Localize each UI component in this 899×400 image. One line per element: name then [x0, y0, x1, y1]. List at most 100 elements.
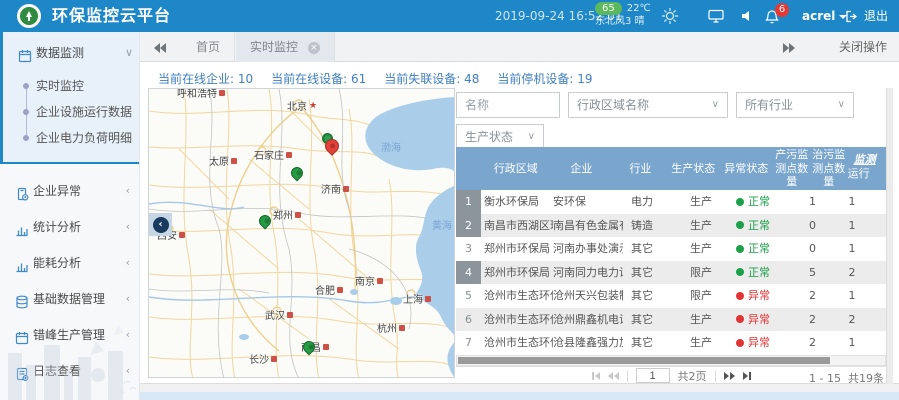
footer-strip	[140, 384, 899, 392]
cell-pollution-count: 5	[792, 261, 833, 285]
cell-company: 南昌有色金属有限公司	[553, 214, 623, 238]
cell-industry: 其它	[623, 261, 680, 285]
last-page-button[interactable]	[743, 372, 751, 380]
region-select[interactable]: 行政区域名称∨	[568, 92, 728, 118]
cell-running-count: 3	[871, 284, 886, 308]
sidebar-group-3[interactable]: 能耗分析 ‹	[0, 250, 140, 276]
prev-page-button[interactable]	[608, 372, 619, 380]
col-industry[interactable]: 行业	[614, 147, 667, 190]
table-row[interactable]: 1 衡水环保局 安环保 电力 生产 正常 1 1 0	[456, 190, 886, 214]
cell-running-count: 0	[871, 237, 886, 261]
city-marker-icon	[295, 212, 301, 218]
city-marker-icon	[377, 278, 383, 284]
bar-chart-icon	[15, 256, 29, 270]
city-label: 济南	[321, 181, 349, 196]
speaker-icon[interactable]	[740, 9, 754, 26]
cell-company: 安环保	[553, 190, 623, 214]
sea-label: 黄海	[432, 217, 452, 232]
map-collapse-button[interactable]: ‹	[149, 213, 172, 236]
vertical-scrollbar[interactable]	[886, 88, 893, 384]
bullet-dot-icon	[23, 109, 29, 115]
col-abnormal[interactable]: 异常状态	[720, 147, 773, 190]
status-dot-icon	[736, 245, 744, 253]
first-page-button[interactable]	[592, 372, 600, 380]
cell-abnormal-status: 异常	[736, 284, 792, 308]
table-row[interactable]: 5 沧州市生态环保局 沧州天兴包装制品 其它 限产 异常 2 1 3	[456, 284, 886, 308]
sun-weather-icon	[660, 6, 680, 26]
city-label: 北京★	[287, 98, 317, 113]
app-logo-icon	[17, 4, 41, 28]
city-marker-icon	[179, 232, 185, 238]
close-operations-menu[interactable]: 关闭操作	[839, 32, 887, 62]
city-marker-icon	[399, 325, 405, 331]
cell-industry: 其它	[623, 308, 680, 332]
scroll-tabs-right-icon[interactable]	[783, 42, 799, 52]
cell-abnormal-status: 正常	[736, 214, 792, 238]
sea-label: 渤海	[381, 139, 401, 154]
scroll-tabs-left-icon[interactable]	[154, 42, 170, 52]
next-page-button[interactable]	[724, 372, 735, 380]
cell-running-count: 0	[871, 190, 886, 214]
status-dot-icon	[736, 339, 744, 347]
col-last-line1: 监测	[854, 153, 876, 166]
cell-treatment-count: 1	[833, 284, 871, 308]
tab-home[interactable]: 首页	[182, 32, 235, 62]
cell-pollution-count: 0	[792, 237, 833, 261]
city-marker-icon	[425, 296, 431, 302]
sidebar-group-1[interactable]: 企业异常 ‹	[0, 178, 140, 204]
sidebar-item-0[interactable]: 实时监控	[3, 74, 140, 98]
city-label: 合肥	[315, 282, 343, 297]
cell-production: 生产	[680, 214, 736, 238]
close-tab-icon[interactable]: ×	[308, 42, 320, 54]
city-label: 石家庄	[254, 147, 292, 162]
total-pages-label: 共2页	[678, 368, 707, 384]
bar-chart-icon	[15, 220, 29, 234]
username-label: acrel	[802, 9, 835, 23]
cell-treatment-count: 1	[833, 190, 871, 214]
table-row[interactable]: 3 郑州市环保局 河南办事处演示 其它 生产 正常 0 1 0	[456, 237, 886, 261]
chevron-down-icon: ∨	[528, 125, 535, 149]
col-monitor-running[interactable]: 监测 运行	[847, 147, 886, 190]
footer-accent-strip	[140, 392, 899, 400]
hscroll-thumb[interactable]	[458, 357, 830, 364]
cell-running-count: 5	[871, 261, 886, 285]
col-region[interactable]: 行政区域	[481, 147, 549, 190]
status-item: 当前停机设备: 19	[497, 70, 592, 87]
sidebar-item-1[interactable]: 企业设施运行数据	[3, 100, 140, 124]
city-marker-icon	[323, 344, 329, 350]
sidebar-group-2[interactable]: 统计分析 ‹	[0, 214, 140, 240]
user-menu[interactable]: acrel	[802, 0, 847, 32]
tab-realtime-monitor[interactable]: 实时监控 ×	[236, 32, 335, 62]
cell-abnormal-status: 正常	[736, 190, 792, 214]
sidebar-group-0[interactable]: 数据监测 ∨	[3, 40, 140, 66]
table-row[interactable]: 2 南昌市西湖区环保局 南昌有色金属有限公司 铸造 生产 正常 0 1 0	[456, 214, 886, 238]
table-row[interactable]: 4 郑州市环保局 河南同力电力设计院 其它 限产 正常 5 2 5	[456, 261, 886, 285]
monitor-icon[interactable]	[708, 9, 724, 26]
cell-industry: 电力	[623, 190, 680, 214]
pagination-bar: 共2页 1 - 15 共19条	[456, 366, 886, 384]
city-label: 南京	[355, 273, 383, 288]
table-row[interactable]: 6 沧州市生态环保局 沧州鼎鑫机电设备 其它 生产 异常 2 2 4	[456, 308, 886, 332]
col-production[interactable]: 生产状态	[668, 147, 720, 190]
horizontal-scrollbar[interactable]	[456, 355, 886, 366]
col-pollution-points[interactable]: 产污监测点数量	[772, 147, 810, 190]
city-label: 杭州	[377, 320, 405, 335]
sidebar-item-2[interactable]: 企业电力负荷明细	[3, 126, 140, 150]
cell-treatment-count: 1	[833, 214, 871, 238]
temperature-label: 22℃	[627, 2, 651, 15]
table-row[interactable]: 7 沧州市生态环保局 沧县隆鑫强力加气 其它 生产 异常 2 1 0	[456, 331, 886, 355]
cell-industry: 其它	[623, 331, 680, 355]
industry-select-value: 所有行业	[745, 98, 793, 112]
china-map[interactable]: 渤海黄海呼和浩特北京★石家庄太原济南郑州西安南京合肥上海武汉杭州长沙南昌 ‹	[148, 88, 455, 378]
name-search-input[interactable]	[456, 92, 560, 118]
region-select-value: 行政区域名称	[577, 98, 649, 112]
col-last-line2: 运行	[848, 167, 870, 180]
col-treatment-points[interactable]: 治污监测点数量	[811, 147, 847, 190]
logout-button[interactable]: 退出	[845, 0, 888, 32]
notification-badge[interactable]: 6	[775, 3, 789, 17]
page-number-input[interactable]	[636, 368, 670, 383]
industry-select[interactable]: 所有行业∨	[736, 92, 854, 118]
city-marker-icon	[287, 312, 293, 318]
cell-pollution-count: 2	[792, 331, 833, 355]
col-company[interactable]: 企业	[549, 147, 615, 190]
